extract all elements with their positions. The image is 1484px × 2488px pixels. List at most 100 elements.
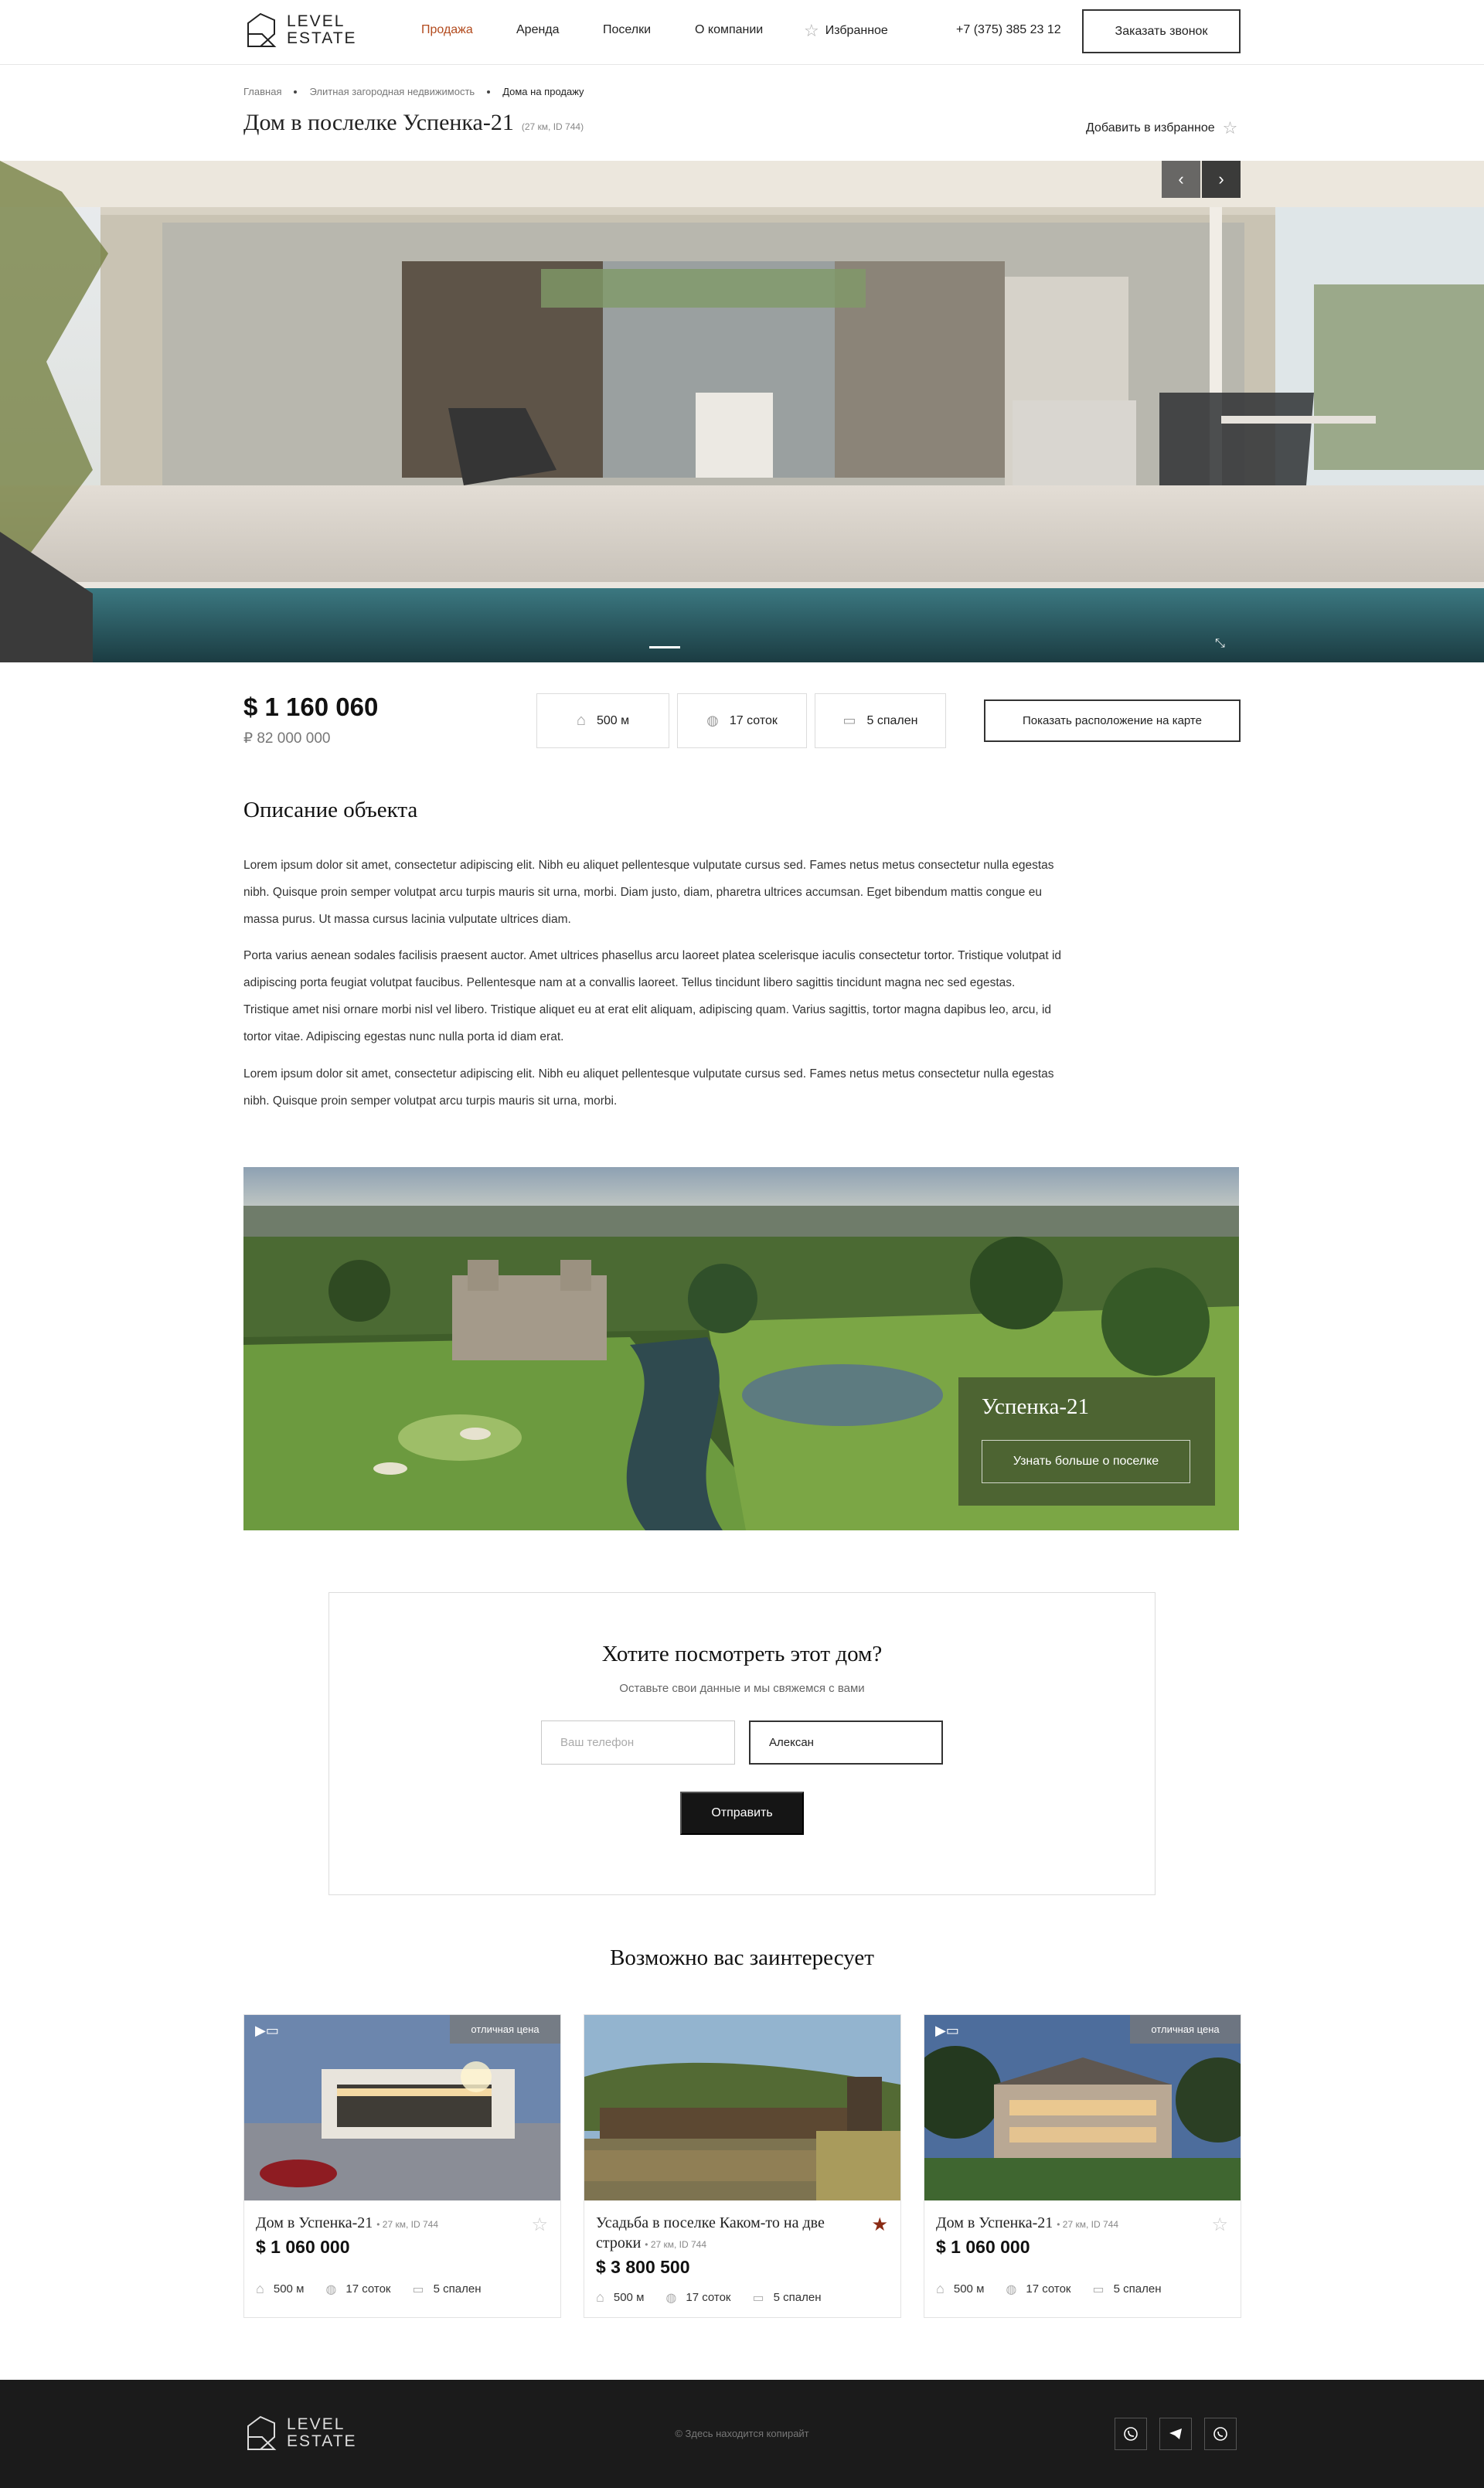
card-price: $ 3 800 500 (596, 2257, 690, 2277)
breadcrumb-home[interactable]: Главная (243, 86, 281, 97)
card-title-wrap[interactable]: Дом в Успенка-21 • 27 км, ID 744 (936, 2213, 1199, 2234)
bed-icon: ▭ (752, 2291, 764, 2305)
property-card-image[interactable]: ▶▭ отличная цена (924, 2015, 1241, 2200)
nav-favorites[interactable]: ☆ Избранное (804, 21, 888, 41)
property-card[interactable]: ▶▭ отличная цена Дом в Успенка-21 • 27 к… (924, 2014, 1241, 2318)
card-badge: отличная цена (450, 2015, 560, 2044)
property-card[interactable]: ▶▭ отличная цена Дом в Успенка-21 • 27 к… (243, 2014, 561, 2318)
feature-land: ◍ 17 соток (677, 693, 807, 748)
house-icon: ⌂ (596, 2289, 604, 2305)
nav-sale[interactable]: Продажа (421, 23, 473, 37)
card-meta: • 27 км, ID 744 (376, 2219, 438, 2230)
nav-rent[interactable]: Аренда (516, 23, 560, 37)
breadcrumb-current: Дома на продажу (502, 86, 584, 97)
logo-line2: ESTATE (287, 29, 357, 47)
star-outline-icon[interactable]: ☆ (1211, 2214, 1228, 2236)
phone-input[interactable] (541, 1720, 735, 1765)
tree-icon: ◍ (706, 713, 719, 728)
form-heading: Хотите посмотреть этот дом? (601, 1642, 883, 1666)
page-title-meta: (27 км, ID 744) (521, 121, 584, 132)
property-card-image[interactable]: ▶▭ отличная цена (244, 2015, 560, 2200)
card-features: ⌂ 500 м ◍ 17 соток ▭ 5 спален (936, 2281, 1161, 2297)
card-feature-area: ⌂ 500 м (596, 2289, 644, 2306)
card-meta: • 27 км, ID 744 (1057, 2219, 1118, 2230)
card-title: Усадьба в поселке Каком-то на две строки (596, 2214, 825, 2251)
tree-icon: ◍ (325, 2282, 337, 2296)
logo-line1: LEVEL (287, 12, 345, 30)
card-feature-land-value: 17 соток (345, 2282, 391, 2296)
viber-icon[interactable] (1115, 2418, 1147, 2450)
house-icon: ⌂ (576, 712, 586, 729)
feature-area-value: 500 м (596, 713, 630, 727)
gallery-prev-button[interactable]: ‹ (1162, 161, 1200, 198)
card-meta: • 27 км, ID 744 (645, 2239, 707, 2250)
star-outline-icon[interactable]: ☆ (531, 2214, 548, 2236)
header-phone[interactable]: +7 (375) 385 23 12 (956, 23, 1061, 37)
card-feature-land-value: 17 соток (1026, 2282, 1071, 2296)
bed-icon: ▭ (842, 713, 856, 728)
card-price: $ 1 060 000 (256, 2237, 350, 2257)
gallery-next-button[interactable]: › (1202, 161, 1241, 198)
card-title: Дом в Успенка-21 (256, 2214, 373, 2231)
chevron-right-icon: › (1218, 169, 1224, 189)
add-favorite-link[interactable]: Добавить в избранное ☆ (1086, 118, 1237, 138)
price-usd: $ 1 160 060 (243, 693, 379, 721)
village-name: Успенка-21 (982, 1394, 1090, 1419)
description-heading: Описание объекта (243, 798, 418, 822)
card-feature-bedrooms-value: 5 спален (773, 2291, 822, 2304)
name-input[interactable] (749, 1720, 943, 1765)
card-feature-bedrooms-value: 5 спален (1113, 2282, 1162, 2296)
breadcrumb-separator (487, 90, 491, 94)
breadcrumb: Главная Элитная загородная недвижимость … (243, 86, 584, 97)
house-icon: ⌂ (256, 2281, 264, 2296)
card-feature-land: ◍ 17 соток (1006, 2282, 1070, 2297)
description-paragraph: Porta varius aenean sodales facilisis pr… (243, 949, 1062, 1043)
site-footer: LEVEL ESTATE © Здесь находится копирайт (0, 2380, 1484, 2488)
card-feature-bedrooms: ▭ 5 спален (753, 2290, 822, 2306)
video-icon: ▶▭ (935, 2023, 959, 2038)
show-map-button[interactable]: Показать расположение на карте (984, 699, 1241, 742)
card-features: ⌂ 500 м ◍ 17 соток ▭ 5 спален (596, 2289, 821, 2306)
card-feature-area-value: 500 м (953, 2282, 985, 2296)
card-feature-bedrooms: ▭ 5 спален (1093, 2282, 1162, 2297)
related-heading: Возможно вас заинтересует (610, 1945, 874, 1970)
tree-icon: ◍ (665, 2291, 677, 2305)
logo[interactable]: LEVEL ESTATE (243, 11, 357, 49)
property-card[interactable]: Усадьба в поселке Каком-то на две строки… (584, 2014, 901, 2318)
star-filled-icon[interactable]: ★ (871, 2214, 888, 2236)
bed-icon: ▭ (1092, 2282, 1104, 2296)
callback-button[interactable]: Заказать звонок (1082, 9, 1241, 53)
price-rub: ₽ 82 000 000 (243, 730, 331, 747)
site-header: LEVEL ESTATE Продажа Аренда Поселки О ко… (0, 0, 1484, 65)
chevron-left-icon: ‹ (1178, 169, 1184, 189)
breadcrumb-separator (294, 90, 298, 94)
card-feature-bedrooms-value: 5 спален (433, 2282, 482, 2296)
card-title: Дом в Успенка-21 (936, 2214, 1053, 2231)
card-feature-bedrooms: ▭ 5 спален (413, 2282, 482, 2297)
logo-icon (247, 12, 277, 47)
nav-villages[interactable]: Поселки (603, 23, 651, 37)
card-features: ⌂ 500 м ◍ 17 соток ▭ 5 спален (256, 2281, 481, 2297)
property-card-image[interactable] (584, 2015, 900, 2200)
description-paragraph: Lorem ipsum dolor sit amet, consectetur … (243, 1067, 1054, 1108)
feature-bedrooms-value: 5 спален (866, 713, 918, 727)
submit-button[interactable]: Отправить (680, 1792, 804, 1835)
village-more-button[interactable]: Узнать больше о поселке (982, 1440, 1190, 1483)
card-title-wrap[interactable]: Дом в Успенка-21 • 27 км, ID 744 (256, 2213, 519, 2234)
page-title: Дом в послелке Успенка-21 (243, 110, 514, 135)
telegram-icon[interactable] (1159, 2418, 1192, 2450)
whatsapp-icon[interactable] (1204, 2418, 1237, 2450)
fullscreen-icon[interactable]: ⤡ (1215, 637, 1230, 652)
card-feature-land: ◍ 17 соток (325, 2282, 390, 2297)
feature-area: ⌂ 500 м (536, 693, 669, 748)
star-outline-icon: ☆ (804, 21, 819, 40)
card-feature-land: ◍ 17 соток (665, 2290, 730, 2306)
breadcrumb-elite[interactable]: Элитная загородная недвижимость (309, 86, 475, 97)
hero-gallery[interactable] (0, 161, 1484, 662)
card-feature-area: ⌂ 500 м (256, 2281, 304, 2297)
card-title-wrap[interactable]: Усадьба в поселке Каком-то на две строки… (596, 2213, 859, 2255)
nav-about[interactable]: О компании (695, 23, 763, 37)
add-favorite-label: Добавить в избранное (1086, 121, 1215, 134)
card-meta-text: 27 км, ID 744 (382, 2219, 438, 2230)
card-meta-text: 27 км, ID 744 (1062, 2219, 1118, 2230)
